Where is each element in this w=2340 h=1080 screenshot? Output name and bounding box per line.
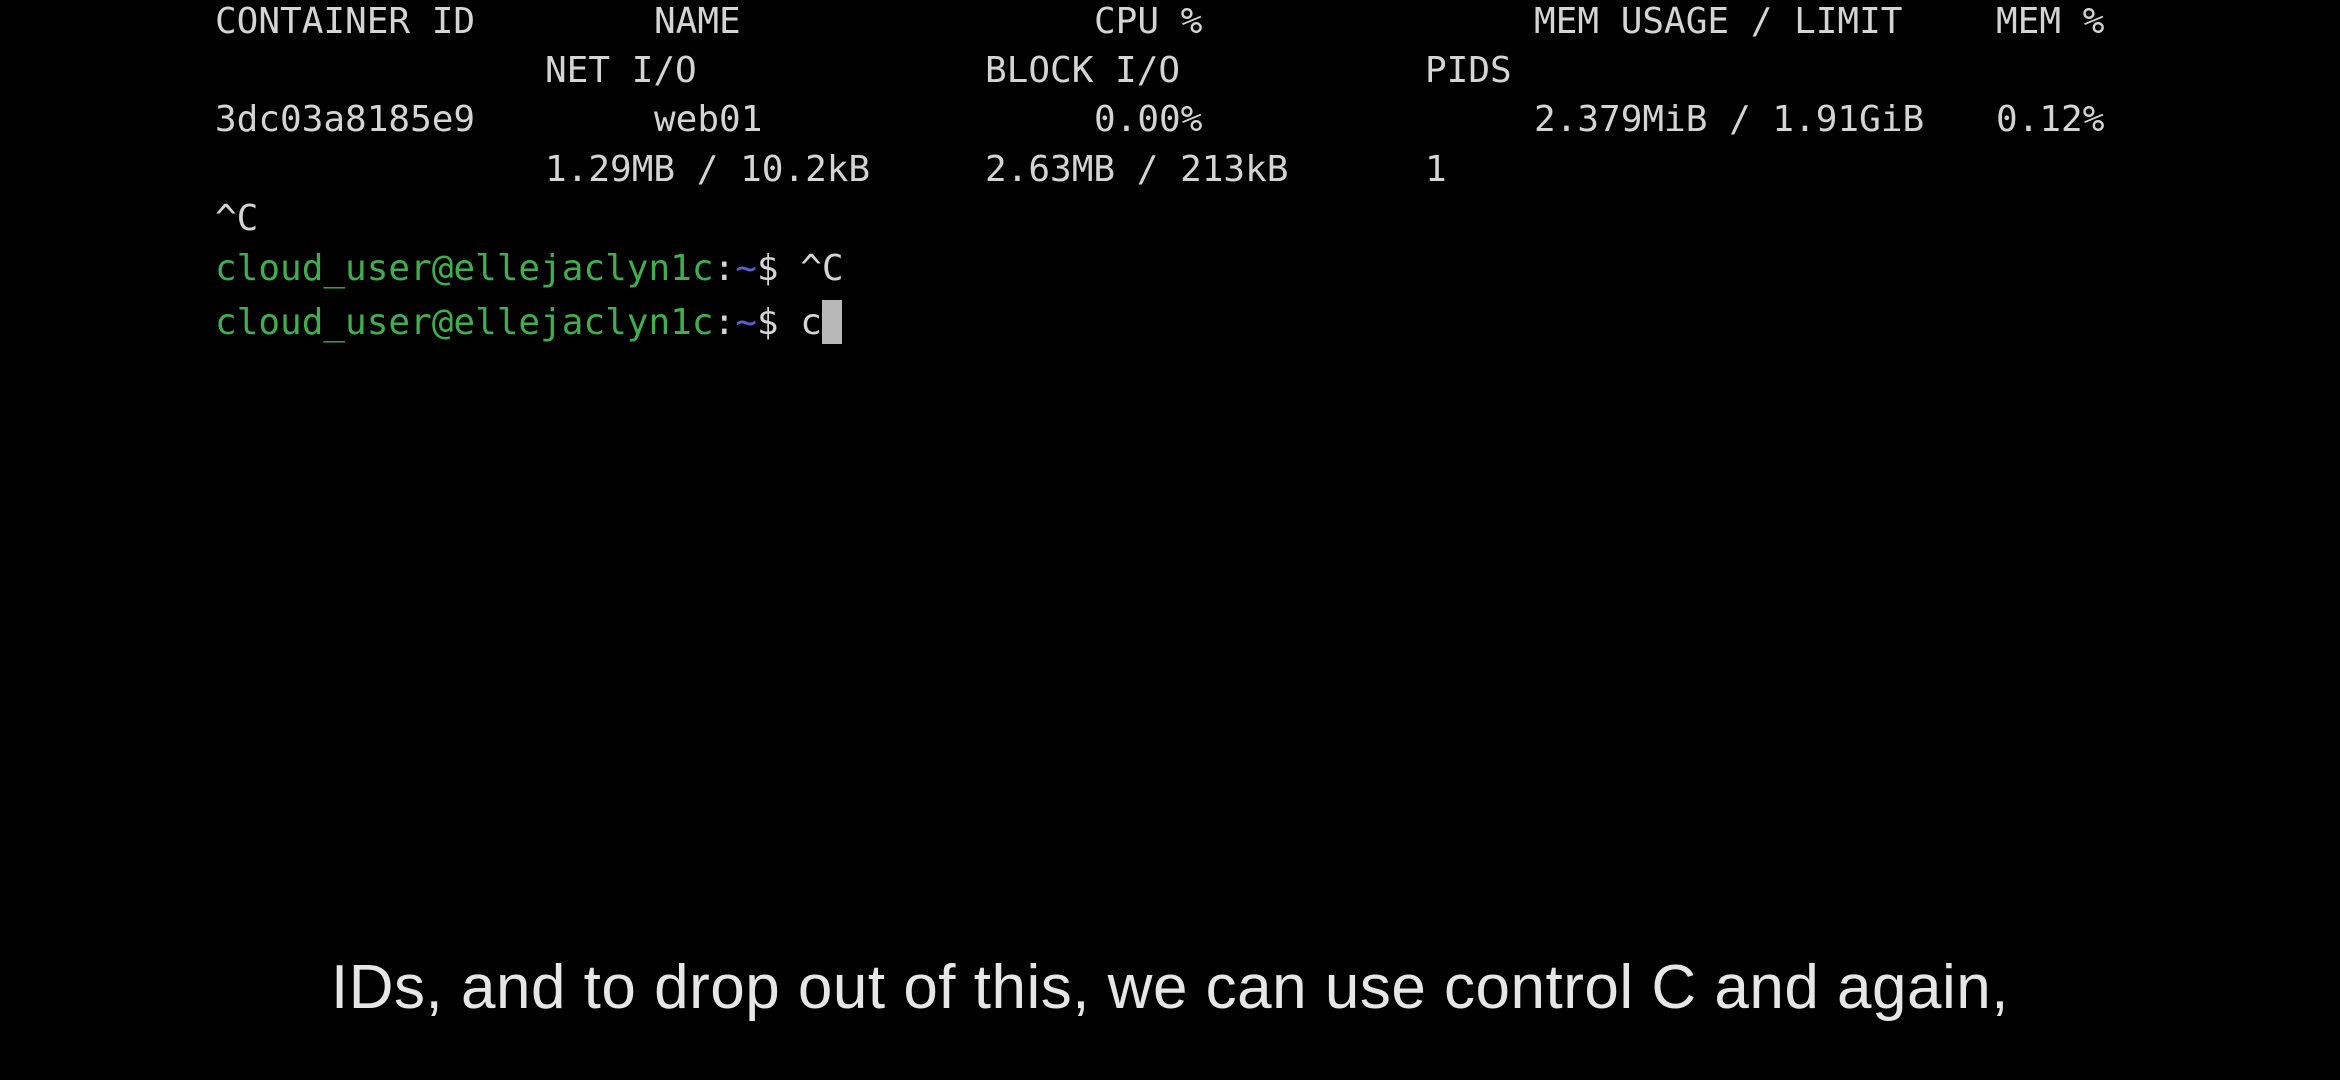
row-cpu: 0.00%	[1094, 99, 1203, 140]
header-cpu: CPU %	[1094, 1, 1203, 42]
prompt-symbol: $	[756, 248, 801, 289]
header-net-io: NET I/O	[545, 50, 697, 91]
prompt-user-host: cloud_user@ellejaclyn1c	[215, 302, 714, 343]
prompt-symbol: $	[756, 302, 801, 343]
text-cursor	[821, 300, 842, 344]
row-mem-pct: 0.12%	[1996, 99, 2105, 140]
prompt-colon: :	[713, 302, 736, 343]
active-shell-prompt-line[interactable]: cloud_user@ellejaclyn1c:~$ c	[215, 300, 842, 344]
video-caption: IDs, and to drop out of this, we can use…	[331, 953, 2009, 1022]
header-name: NAME	[654, 1, 741, 42]
header-mem-usage: MEM USAGE / LIMIT	[1534, 1, 1903, 42]
row-net-io: 1.29MB / 10.2kB	[545, 149, 871, 190]
header-container-id: CONTAINER ID	[215, 1, 476, 42]
prompt-path: ~	[735, 302, 757, 343]
shell-prompt-line: cloud_user@ellejaclyn1c:~$ ^C	[215, 251, 844, 287]
prompt-command: ^C	[800, 248, 844, 289]
header-block-io: BLOCK I/O	[985, 50, 1181, 91]
row-block-io: 2.63MB / 213kB	[985, 149, 1289, 190]
interrupt-echo: ^C	[215, 198, 259, 239]
header-pids: PIDS	[1425, 50, 1512, 91]
row-container-id: 3dc03a8185e9	[215, 99, 476, 140]
terminal-window[interactable]: CONTAINER ID NAME CPU % MEM USAGE / LIMI…	[0, 0, 2340, 960]
header-mem-pct: MEM %	[1996, 1, 2105, 42]
prompt-path: ~	[735, 248, 757, 289]
command-input[interactable]: c	[800, 302, 822, 343]
row-pids: 1	[1425, 149, 1447, 190]
row-mem-usage: 2.379MiB / 1.91GiB	[1534, 99, 1925, 140]
prompt-user-host: cloud_user@ellejaclyn1c	[215, 248, 714, 289]
row-name: web01	[654, 99, 763, 140]
prompt-colon: :	[713, 248, 736, 289]
screen: CONTAINER ID NAME CPU % MEM USAGE / LIMI…	[0, 0, 2340, 1080]
